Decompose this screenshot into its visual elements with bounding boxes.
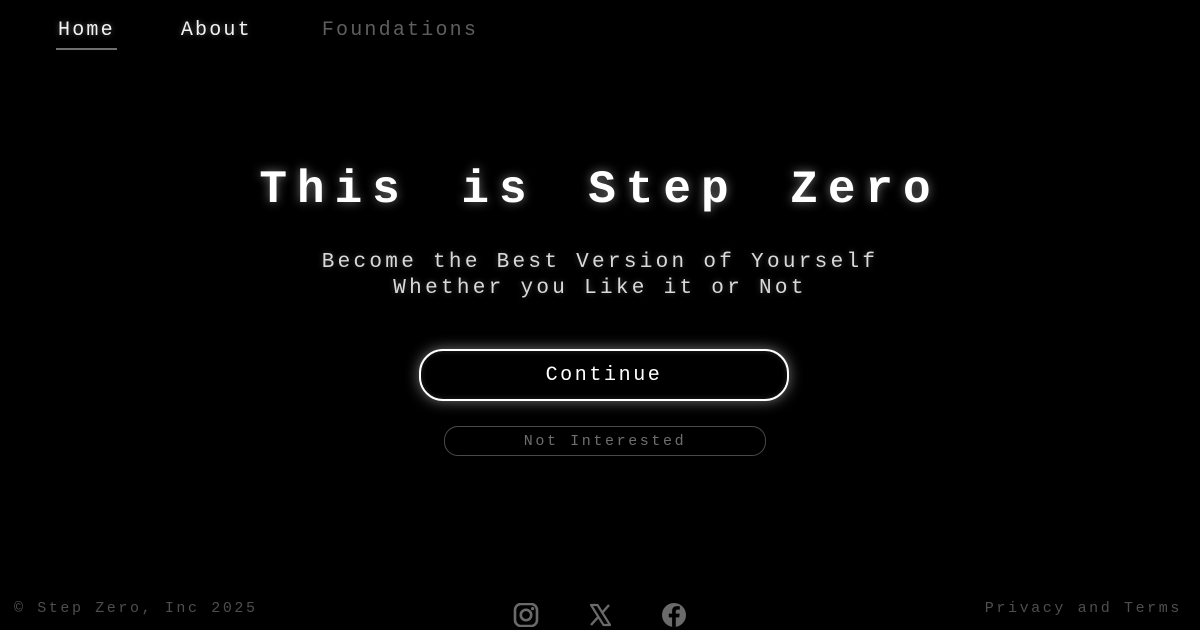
continue-button[interactable]: Continue — [419, 349, 789, 401]
not-interested-button[interactable]: Not Interested — [444, 426, 766, 456]
social-links — [505, 602, 695, 628]
landing-page: Home About Foundations This is Step Zero… — [0, 0, 1200, 630]
top-nav: Home About Foundations — [56, 14, 480, 50]
privacy-terms-link[interactable]: Privacy and Terms — [985, 600, 1182, 617]
x-icon[interactable] — [579, 602, 621, 628]
nav-link-home[interactable]: Home — [56, 14, 117, 50]
hero-subtitle: Become the Best Version of Yourself Whet… — [0, 250, 1200, 302]
hero-title: This is Step Zero — [259, 164, 941, 216]
nav-link-foundations[interactable]: Foundations — [320, 14, 480, 46]
instagram-icon[interactable] — [505, 602, 547, 628]
hero-subtitle-line-2: Whether you Like it or Not — [393, 277, 807, 300]
hero-subtitle-line-1: Become the Best Version of Yourself — [321, 251, 879, 274]
footer-copyright: © Step Zero, Inc 2025 — [14, 600, 258, 617]
nav-link-about[interactable]: About — [179, 14, 254, 46]
facebook-icon[interactable] — [653, 602, 695, 628]
